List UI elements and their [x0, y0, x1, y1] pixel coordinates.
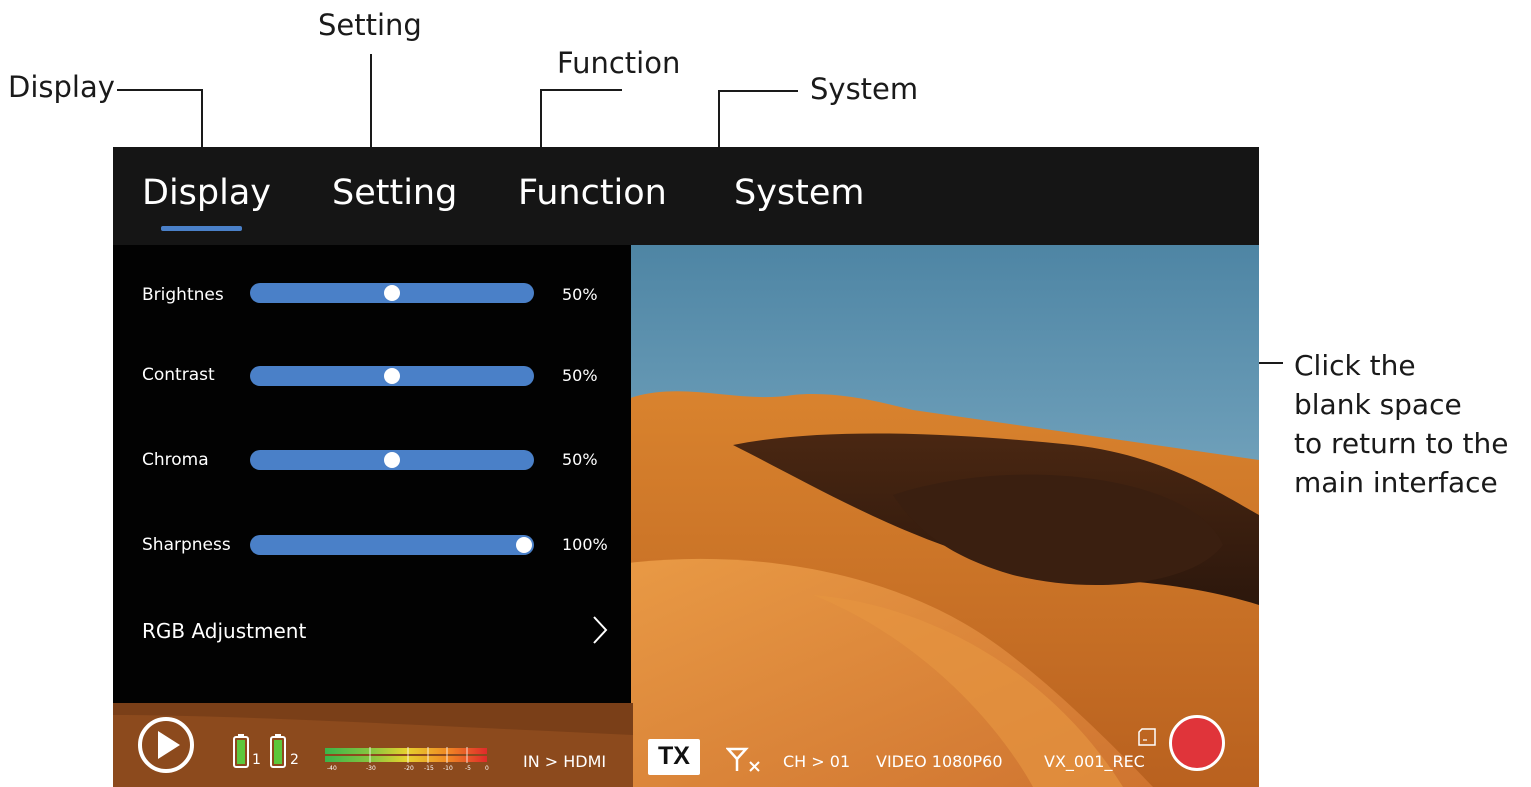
- channel-readout: CH > 01: [783, 752, 851, 771]
- callout-system-line: [718, 90, 798, 92]
- status-bar: 1 2 -40 -30 -20 -15 -10 -5 0 IN > HDMI T…: [113, 703, 1259, 787]
- contrast-value: 50%: [562, 366, 598, 385]
- battery-2-icon: [270, 734, 286, 768]
- sharpness-slider[interactable]: [250, 535, 534, 555]
- recording-filename: VX_001_REC: [1044, 752, 1145, 771]
- sd-card-icon: [1138, 728, 1156, 746]
- meter-tick: 0: [485, 765, 489, 772]
- play-icon[interactable]: [136, 715, 196, 775]
- sharpness-value: 100%: [562, 535, 608, 554]
- tx-badge[interactable]: TX: [648, 739, 700, 775]
- callout-function: Function: [557, 46, 681, 80]
- contrast-slider-knob[interactable]: [384, 368, 400, 384]
- active-tab-indicator: [161, 226, 242, 231]
- callout-blank-line1: Click the: [1294, 349, 1416, 382]
- tab-setting[interactable]: Setting: [332, 173, 457, 213]
- brightness-slider[interactable]: [250, 283, 534, 303]
- contrast-label: Contrast: [142, 365, 215, 385]
- meter-tick: -30: [366, 765, 376, 772]
- meter-tick: -10: [443, 765, 453, 772]
- audio-meter-bars: [325, 747, 487, 763]
- brightness-label: Brightnes: [142, 285, 224, 305]
- battery-1-label: 1: [252, 752, 261, 768]
- callout-blank-line3: to return to the: [1294, 427, 1509, 460]
- chevron-right-icon: [593, 616, 608, 644]
- callout-setting: Setting: [318, 8, 422, 42]
- chroma-slider-knob[interactable]: [384, 452, 400, 468]
- battery-1-icon: [233, 734, 249, 768]
- callout-blank-line2: blank space: [1294, 388, 1462, 421]
- antenna-disconnected-icon: [726, 747, 760, 772]
- sharpness-slider-knob[interactable]: [516, 537, 532, 553]
- meter-tick: -40: [327, 765, 337, 772]
- tab-system[interactable]: System: [734, 173, 865, 213]
- brightness-slider-knob[interactable]: [384, 285, 400, 301]
- contrast-slider[interactable]: [250, 366, 534, 386]
- meter-tick: -20: [404, 765, 414, 772]
- meter-tick: -5: [465, 765, 471, 772]
- callout-function-line: [540, 89, 622, 91]
- audio-meter-ticks: -40 -30 -20 -15 -10 -5 0: [325, 765, 495, 775]
- rgb-adjustment-label: RGB Adjustment: [142, 619, 307, 643]
- tab-display[interactable]: Display: [142, 173, 271, 213]
- meter-tick: -15: [424, 765, 434, 772]
- record-button[interactable]: [1169, 715, 1225, 771]
- callout-display-line: [117, 89, 203, 91]
- input-source: IN > HDMI: [523, 752, 607, 771]
- top-tab-bar: Display Setting Function System: [113, 147, 1259, 245]
- display-settings-panel: Brightnes 50% Contrast 50% Chroma 50% Sh…: [113, 245, 631, 703]
- chroma-label: Chroma: [142, 450, 209, 470]
- sharpness-label: Sharpness: [142, 535, 231, 555]
- video-format-readout: VIDEO 1080P60: [876, 752, 1003, 771]
- device-screen: Display Setting Function System Brightne…: [113, 147, 1259, 787]
- battery-2-label: 2: [290, 752, 299, 768]
- callout-system-line: [718, 90, 720, 147]
- chroma-slider[interactable]: [250, 450, 534, 470]
- tx-badge-label: TX: [658, 742, 690, 770]
- audio-level-meter: -40 -30 -20 -15 -10 -5 0: [325, 747, 489, 773]
- callout-blank-text: Click the blank space to return to the m…: [1294, 346, 1508, 502]
- callout-display-line: [201, 89, 203, 147]
- callout-system: System: [810, 72, 919, 106]
- callout-display: Display: [8, 70, 115, 104]
- callout-blank-line4: main interface: [1294, 466, 1498, 499]
- tab-function[interactable]: Function: [518, 173, 667, 213]
- callout-setting-line: [370, 54, 372, 147]
- brightness-value: 50%: [562, 285, 598, 304]
- chroma-value: 50%: [562, 450, 598, 469]
- callout-function-line: [540, 89, 542, 147]
